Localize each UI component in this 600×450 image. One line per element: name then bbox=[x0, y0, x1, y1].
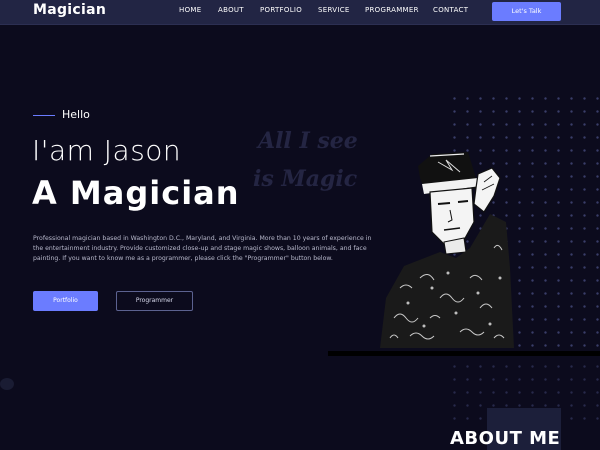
hero-bio: Professional magician based in Washingto… bbox=[33, 235, 372, 262]
programmer-button[interactable]: Programmer bbox=[116, 291, 193, 311]
stage-floor-line bbox=[328, 351, 600, 356]
hero-greeting: Hello bbox=[62, 108, 90, 121]
site-logo[interactable]: Magician bbox=[33, 2, 106, 18]
hero-title: A Magician bbox=[32, 174, 240, 212]
nav-link-home[interactable]: HOME bbox=[179, 6, 201, 14]
magician-portrait-image bbox=[380, 152, 514, 348]
nav-link-contact[interactable]: CONTACT bbox=[433, 6, 468, 14]
nav-link-portfolio[interactable]: PORTFOLIO bbox=[260, 6, 302, 14]
lets-talk-button[interactable]: Let's Talk bbox=[492, 2, 561, 21]
portfolio-button[interactable]: Portfolio bbox=[33, 291, 98, 311]
hero-name: I'am Jason bbox=[32, 134, 182, 167]
nav-link-service[interactable]: SERVICE bbox=[318, 6, 350, 14]
decorative-blob bbox=[0, 378, 14, 390]
top-navbar: Magician HOME ABOUT PORTFOLIO SERVICE PR… bbox=[0, 0, 600, 25]
nav-link-programmer[interactable]: PROGRAMMER bbox=[365, 6, 419, 14]
greeting-line-decoration bbox=[33, 115, 55, 116]
watermark-line-1: All I see bbox=[256, 128, 358, 154]
magic-watermark-graphic: All I see is Magic bbox=[253, 128, 358, 192]
about-section-title: ABOUT ME bbox=[450, 428, 561, 449]
nav-link-about[interactable]: ABOUT bbox=[218, 6, 244, 14]
watermark-line-2: is Magic bbox=[253, 166, 358, 192]
